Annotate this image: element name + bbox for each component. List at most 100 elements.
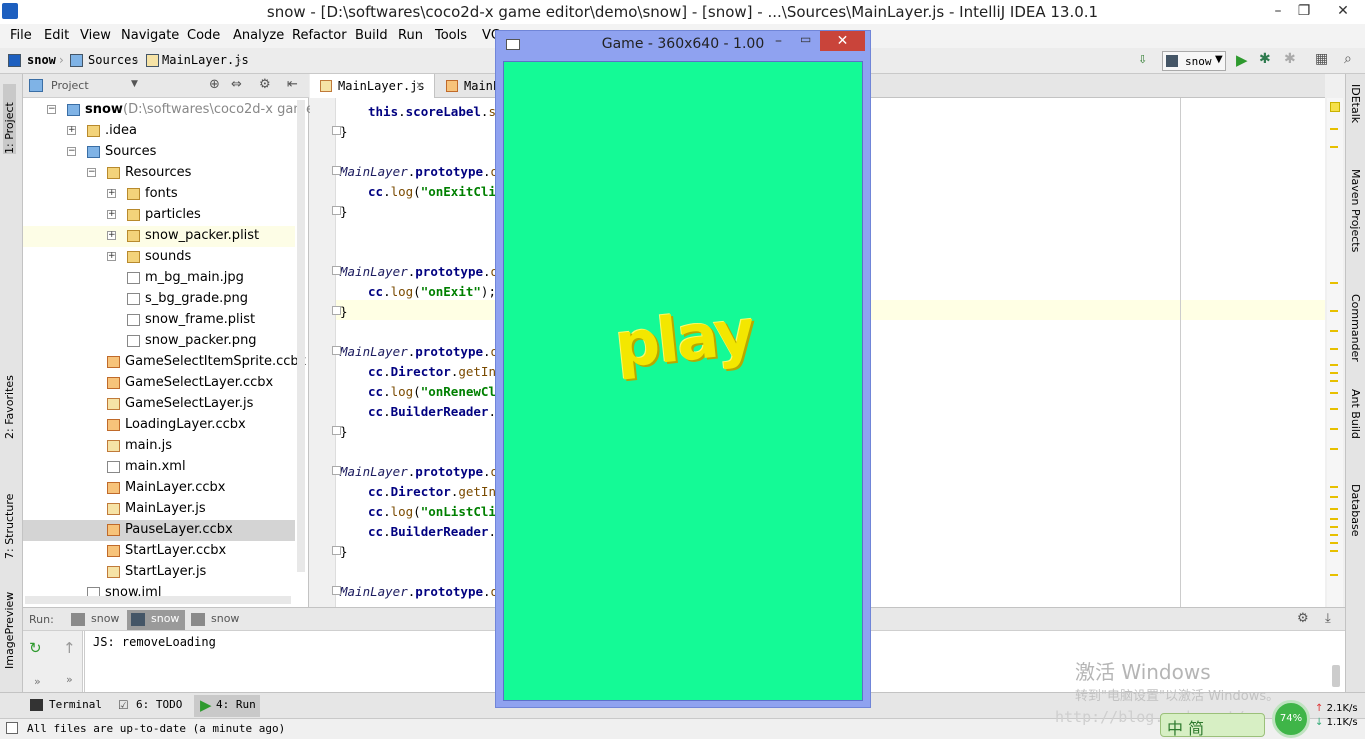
search-icon[interactable]: ⌕ <box>1344 51 1352 67</box>
menu-view[interactable]: View <box>80 28 111 43</box>
menu-edit[interactable]: Edit <box>44 28 69 43</box>
expand-icon[interactable]: + <box>107 210 116 219</box>
tab-imagepreview[interactable]: ImagePreview <box>3 584 16 669</box>
locate-icon[interactable]: ⊕ <box>209 77 220 92</box>
tree-item[interactable]: − Resources <box>23 163 295 184</box>
tab-idetalk[interactable]: IDEtalk <box>1349 84 1362 154</box>
tree-item[interactable]: LoadingLayer.ccbx <box>23 415 295 436</box>
menu-build[interactable]: Build <box>355 28 388 43</box>
collapse-icon[interactable]: − <box>47 105 56 114</box>
fold-marker-icon[interactable] <box>332 126 341 135</box>
fold-marker-icon[interactable] <box>332 426 341 435</box>
tab-ant-build[interactable]: Ant Build <box>1349 389 1362 469</box>
hide-icon[interactable]: ⇤ <box>287 77 298 92</box>
console-scrollbar[interactable] <box>1332 665 1340 687</box>
game-canvas[interactable]: play <box>503 61 863 701</box>
tab-mainlayer-js[interactable]: MainLayer.js × <box>310 74 435 98</box>
project-view-select[interactable]: Project <box>51 79 89 92</box>
tree-item[interactable]: + snow_packer.plist <box>23 226 295 247</box>
tree-item[interactable]: GameSelectLayer.js <box>23 394 295 415</box>
maximize-button[interactable]: ❐ <box>1291 2 1317 20</box>
crumb-file[interactable]: MainLayer.js <box>162 53 249 67</box>
tree-item[interactable]: GameSelectLayer.ccbx <box>23 373 295 394</box>
scroll-up-icon[interactable]: ↑ <box>63 639 76 657</box>
fold-marker-icon[interactable] <box>332 346 341 355</box>
expand-icon[interactable]: + <box>107 189 116 198</box>
warning-icon[interactable] <box>1330 102 1340 112</box>
fold-marker-icon[interactable] <box>332 586 341 595</box>
more-icon[interactable]: » <box>34 675 41 688</box>
tree-item[interactable]: StartLayer.ccbx <box>23 541 295 562</box>
fold-marker-icon[interactable] <box>332 266 341 275</box>
close-tab-icon[interactable]: × <box>416 78 423 92</box>
gear-icon[interactable]: ⚙ <box>1297 611 1309 626</box>
tree-item[interactable]: StartLayer.js <box>23 562 295 583</box>
tree-hscrollbar[interactable] <box>25 596 291 604</box>
crumb-project[interactable]: snow <box>27 53 56 67</box>
play-button[interactable]: play <box>501 283 867 393</box>
run-tab-snow-2[interactable]: snow <box>127 610 186 630</box>
menu-code[interactable]: Code <box>187 28 220 43</box>
tab-todo[interactable]: 6: TODO <box>136 698 182 711</box>
fold-marker-icon[interactable] <box>332 166 341 175</box>
tree-item[interactable]: s_bg_grade.png <box>23 289 295 310</box>
tab-database[interactable]: Database <box>1349 484 1362 554</box>
minimize-button[interactable]: – <box>1265 2 1291 20</box>
fold-marker-icon[interactable] <box>332 466 341 475</box>
tree-item[interactable]: − snow (D:\softwares\coco2d-x game edi <box>23 100 338 121</box>
tree-item[interactable]: + fonts <box>23 184 295 205</box>
tab-structure[interactable]: 7: Structure <box>3 474 16 559</box>
sort-icon[interactable]: ⇩ <box>1138 53 1147 66</box>
tree-item[interactable]: MainLayer.ccbx <box>23 478 295 499</box>
tree-item[interactable]: MainLayer.js <box>23 499 295 520</box>
project-structure-icon[interactable]: ▦ <box>1315 51 1328 67</box>
game-close-button[interactable]: ✕ <box>820 31 865 51</box>
tab-project[interactable]: 1: Project <box>3 84 16 154</box>
expand-icon[interactable]: + <box>107 231 116 240</box>
tree-item[interactable]: m_bg_main.jpg <box>23 268 295 289</box>
tree-item[interactable]: + particles <box>23 205 295 226</box>
run-config-select[interactable]: snow ▼ <box>1162 51 1226 71</box>
expand-icon[interactable]: + <box>107 252 116 261</box>
expand-icon[interactable]: + <box>67 126 76 135</box>
crumb-sources[interactable]: Sources <box>88 53 139 67</box>
tab-maven-projects[interactable]: Maven Projects <box>1349 169 1362 279</box>
collapse-icon[interactable]: ⇔ <box>231 77 242 92</box>
tree-item[interactable]: snow_packer.png <box>23 331 295 352</box>
tab-terminal[interactable]: Terminal <box>49 698 102 711</box>
debug-icon[interactable]: ✱ <box>1259 51 1271 67</box>
run-tab-snow-1[interactable]: snow <box>67 610 125 630</box>
tree-item[interactable]: GameSelectItemSprite.ccbx <box>23 352 306 373</box>
tab-favorites[interactable]: 2: Favorites <box>3 359 16 439</box>
menu-file[interactable]: File <box>10 28 32 43</box>
rerun-icon[interactable]: ↻ <box>29 639 42 657</box>
tree-item[interactable]: + .idea <box>23 121 295 142</box>
run-tab-snow-3[interactable]: snow <box>187 610 245 630</box>
run-icon[interactable]: ▶ <box>1236 51 1248 69</box>
tab-mainlayer-ccbx[interactable]: MainL <box>436 74 500 98</box>
tree-scrollbar[interactable] <box>297 100 305 572</box>
collapse-icon[interactable]: − <box>87 168 96 177</box>
menu-refactor[interactable]: Refactor <box>292 28 347 43</box>
coverage-icon[interactable]: ✱ <box>1284 51 1296 67</box>
error-stripe[interactable] <box>1327 98 1343 607</box>
hide-panel-icon[interactable]: ⤓ <box>1325 611 1331 626</box>
fold-marker-icon[interactable] <box>332 306 341 315</box>
tree-item[interactable]: main.xml <box>23 457 295 478</box>
menu-tools[interactable]: Tools <box>435 28 467 43</box>
menu-analyze[interactable]: Analyze <box>233 28 284 43</box>
status-toggle-icon[interactable] <box>6 722 18 734</box>
gear-icon[interactable]: ⚙ <box>259 77 271 92</box>
chevron-down-icon[interactable]: ▼ <box>131 79 138 89</box>
tree-item[interactable]: snow_frame.plist <box>23 310 295 331</box>
fold-marker-icon[interactable] <box>332 546 341 555</box>
game-window[interactable]: Game - 360x640 - 1.00 – ▭ ✕ play <box>495 30 871 708</box>
close-button[interactable]: ✕ <box>1330 2 1356 20</box>
menu-navigate[interactable]: Navigate <box>121 28 179 43</box>
menu-run[interactable]: Run <box>398 28 423 43</box>
tree-item[interactable]: + sounds <box>23 247 295 268</box>
tab-commander[interactable]: Commander <box>1349 294 1362 374</box>
fold-marker-icon[interactable] <box>332 206 341 215</box>
tree-item[interactable]: − Sources <box>23 142 295 163</box>
game-minimize-button[interactable]: – <box>775 33 782 49</box>
